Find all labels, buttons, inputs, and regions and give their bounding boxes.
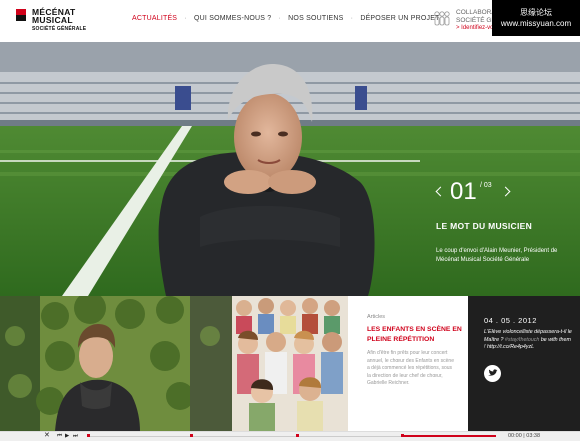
nav-item-nos-soutiens[interactable]: NOS SOUTIENS (288, 15, 343, 22)
tweet-date: 04 . 05 . 2012 (484, 316, 537, 325)
article-card[interactable]: Articles LES ENFANTS EN SCÈNE EN PLEINE … (348, 296, 468, 431)
next-track-icon[interactable]: ⏭ (73, 432, 78, 440)
logo-mark-icon (16, 9, 26, 21)
track-marker[interactable] (296, 434, 299, 437)
cellist-photo (0, 296, 232, 431)
nav-item-deposer-un-projet[interactable]: DÉPOSER UN PROJET (360, 15, 439, 22)
article-excerpt: Afin d'être fin prêts pour leur concert … (367, 350, 454, 386)
shuffle-icon[interactable]: ✕ (44, 432, 50, 440)
children-choir-photo (232, 296, 348, 431)
play-icon[interactable]: ▶ (65, 432, 69, 440)
twitter-bird-icon[interactable] (484, 365, 501, 382)
watermark-line-2: www.missyuan.com (500, 19, 572, 28)
site-header: MÉCÉNAT MUSICAL SOCIÉTÉ GÉNÉRALE ACTUALI… (0, 0, 580, 42)
watermark-badge: 思缘论坛 www.missyuan.com (492, 0, 580, 36)
slide-total: / 03 (480, 182, 492, 189)
hero-title[interactable]: LE MOT DU MUSICIEN (436, 221, 532, 231)
track-marker[interactable] (190, 434, 193, 437)
slide-current: 01 (450, 178, 477, 205)
playback-time: 00:00 | 03:38 (508, 433, 541, 439)
main-nav: ACTUALITÉS · QUI SOMMES-NOUS ? · NOS SOU… (132, 15, 440, 22)
nav-item-actualites[interactable]: ACTUALITÉS (132, 15, 177, 22)
nav-separator: · (350, 15, 354, 22)
cellist-photo-tile[interactable] (0, 296, 232, 431)
track-marker[interactable] (87, 434, 90, 437)
progress-fill (402, 435, 496, 437)
article-title[interactable]: LES ENFANTS EN SCÈNE EN PLEINE RÉPÉTITIO… (367, 325, 462, 345)
tweet-card: 04 . 05 . 2012 L'Elève violoncelliste dé… (468, 296, 580, 431)
previous-track-icon[interactable]: ⏮ (57, 432, 62, 440)
nav-item-qui-sommes-nous[interactable]: QUI SOMMES-NOUS ? (194, 15, 271, 22)
tweet-text: L'Elève violoncelliste dépassera-t-il le… (484, 329, 572, 352)
logo-line-2: MUSICAL (32, 15, 73, 25)
watermark-line-1: 思缘论坛 (520, 8, 552, 17)
tweet-hashtag[interactable]: #stay/thetouch (505, 337, 539, 343)
article-category: Articles (367, 314, 386, 320)
time-total: 03:38 (526, 433, 541, 439)
logo-wordmark: MÉCÉNAT MUSICAL (32, 8, 76, 25)
nav-separator: · (278, 15, 282, 22)
hero-description: Le coup d'envoi d'Alain Meunier, Préside… (436, 248, 558, 263)
nav-separator: · (184, 15, 187, 22)
people-icon (434, 11, 450, 26)
hero-slider: 01 / 03 LE MOT DU MUSICIEN Le coup d'env… (0, 42, 580, 296)
identify-link[interactable]: > Identifiez-vo (456, 25, 494, 31)
track-marker[interactable] (401, 434, 404, 437)
children-choir-photo-tile[interactable] (232, 296, 348, 431)
time-current: 00:00 (508, 433, 522, 439)
logo-subtitle: SOCIÉTÉ GÉNÉRALE (32, 26, 87, 32)
